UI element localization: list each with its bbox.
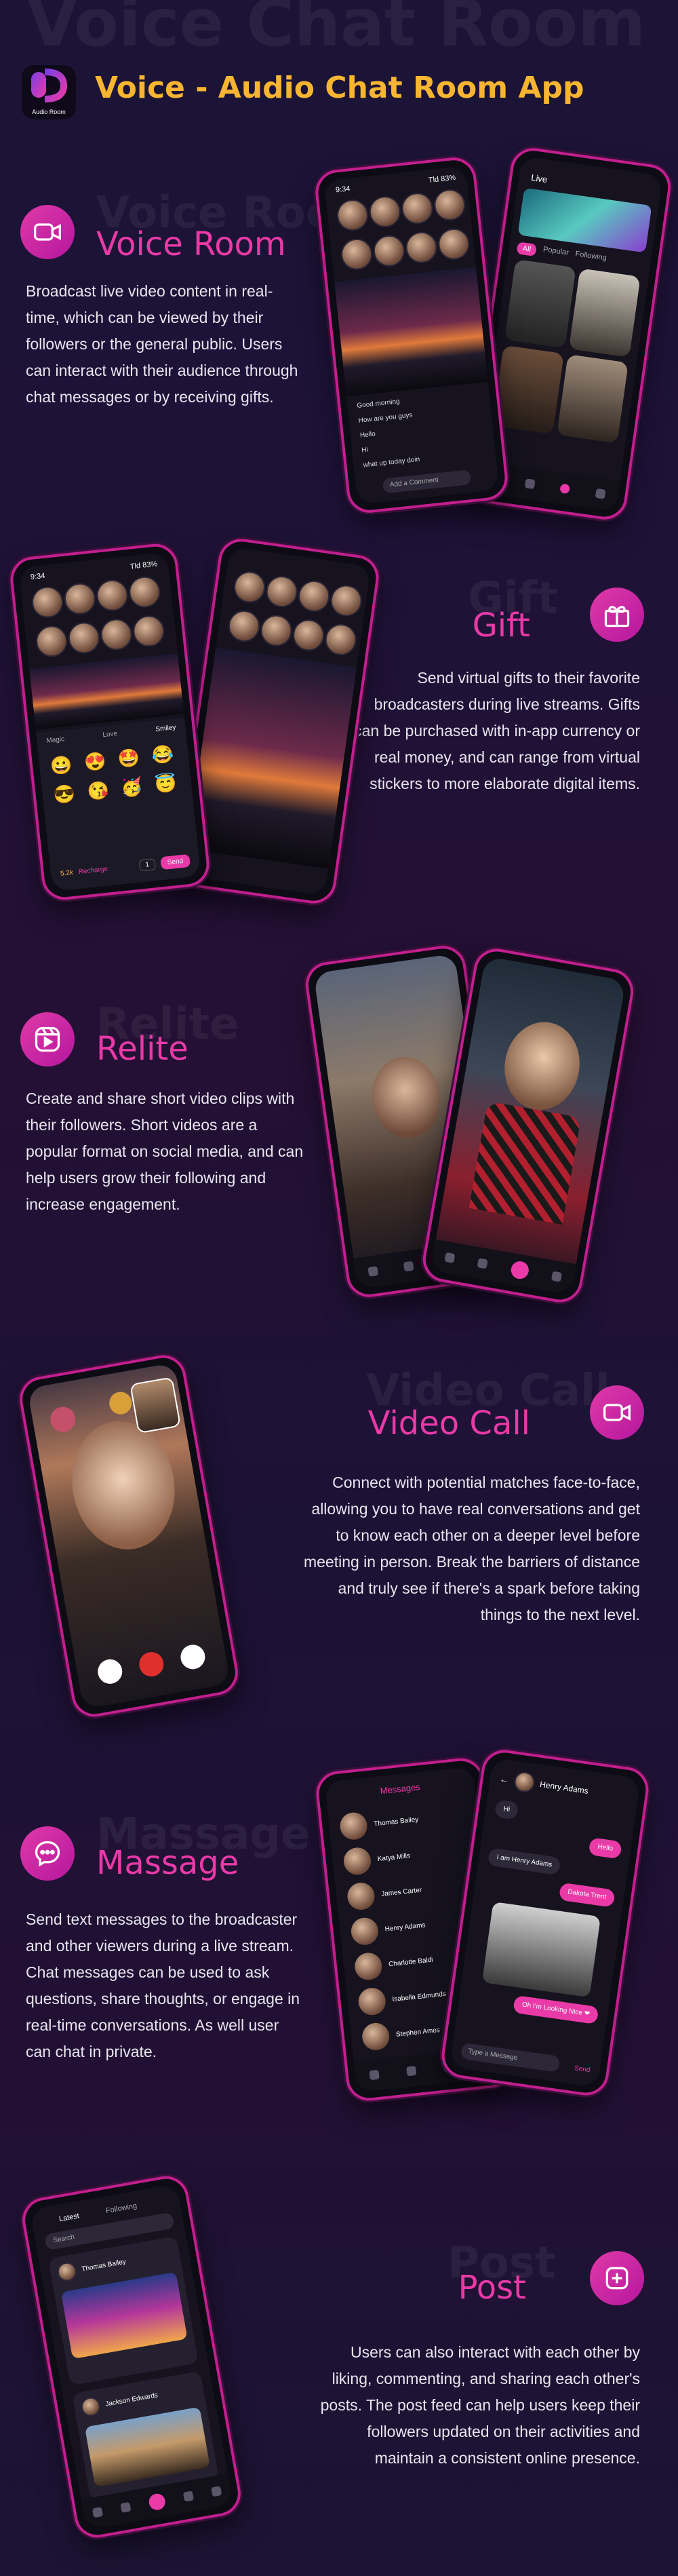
reels-icon	[35, 1026, 60, 1052]
contact-name-3[interactable]: James Carter	[381, 1886, 422, 1898]
bubble-out-3: Oh I'm Looking Nice ❤	[513, 1995, 599, 2025]
messages-header: Messages	[379, 1782, 421, 1796]
video-call-phone	[16, 1351, 242, 1720]
recharge-link[interactable]: Recharge	[78, 865, 108, 875]
massage-icon-badge	[20, 1826, 75, 1881]
call-mute-button[interactable]	[96, 1657, 125, 1686]
back-arrow-icon[interactable]: ←	[499, 1773, 510, 1786]
chat-bubble-icon	[35, 1841, 60, 1867]
add-post-icon	[605, 2267, 629, 2290]
voice-room-description: Broadcast live video content in real-tim…	[26, 282, 298, 406]
call-end-button[interactable]	[137, 1650, 166, 1678]
gift-grid[interactable]: 😀 😍 🤩 😂 😎 😘 🥳 😇	[49, 743, 182, 806]
chat-line-1: Good morning	[356, 398, 401, 410]
post-tab-following[interactable]: Following	[105, 2202, 138, 2215]
status-battery: Tld 83%	[428, 173, 456, 185]
gift-tab-smiley[interactable]: Smiley	[155, 724, 176, 733]
post-tab-latest[interactable]: Latest	[58, 2212, 80, 2223]
video-call-description: Connect with potential matches face-to-f…	[303, 1474, 640, 1623]
chat-line-4: Hi	[361, 446, 369, 455]
post-feed-phone: Latest Following Search Thomas Bailey Ja…	[18, 2172, 245, 2541]
tab-all[interactable]: All	[516, 242, 538, 257]
bubble-in-1: Hi	[494, 1799, 519, 1820]
post-title: Post	[458, 2269, 526, 2307]
video-call-icon	[603, 1404, 631, 1421]
comment-input[interactable]: Add a Comment	[382, 469, 472, 494]
call-mic-button[interactable]	[178, 1642, 207, 1672]
relite-title: Relite	[96, 1030, 188, 1068]
gift-tab-love[interactable]: Love	[102, 730, 118, 739]
status-time: 9:34	[335, 185, 351, 195]
chat-line-5: what up today doin	[363, 455, 420, 469]
contact-name-2[interactable]: Katya Mills	[377, 1852, 410, 1863]
bubble-out-1: Hello	[588, 1837, 622, 1860]
chat-line-2: How are you guys	[358, 411, 413, 425]
post-author-1: Thomas Bailey	[81, 2257, 127, 2273]
gift-phone-front: 9:34 Tld 83% Magic Love Smiley 😀 😍 🤩 😂 😎 😘 🥳 😇 …	[8, 541, 212, 902]
gift-status-battery: Tld 83%	[129, 560, 158, 571]
contact-name-1[interactable]: Thomas Bailey	[374, 1815, 419, 1828]
header-ghost-text: Voice Chat Room	[27, 0, 646, 61]
live-tab-label: Live	[530, 172, 549, 185]
gift-send-button[interactable]: Send	[159, 853, 191, 870]
relite-description: Create and share short video clips with …	[26, 1090, 304, 1213]
voice-room-phone-front: 9:34 Tld 83% Good morning How are you gu…	[313, 155, 510, 516]
contact-name-7[interactable]: Stephen Ames	[395, 2026, 440, 2039]
post-icon-badge	[590, 2251, 644, 2305]
relite-icon-badge	[20, 1012, 75, 1066]
chat-contact-name: Henry Adams	[539, 1780, 589, 1796]
gift-status-time: 9:34	[30, 571, 46, 582]
contact-name-5[interactable]: Charlotte Baldi	[388, 1956, 433, 1968]
gift-tab-magic[interactable]: Magic	[46, 735, 65, 745]
coin-balance: 5.2k	[60, 868, 74, 878]
gift-icon	[604, 606, 630, 628]
message-input[interactable]: Type a Message	[460, 2042, 561, 2073]
massage-description: Send text messages to the broadcaster an…	[26, 1910, 300, 2060]
voice-room-title: Voice Room	[96, 225, 286, 263]
gift-icon-badge	[590, 588, 644, 642]
gift-panel: Magic Love Smiley 😀 😍 🤩 😂 😎 😘 🥳 😇 5.2k Recharge…	[36, 717, 201, 892]
page-title: Voice - Audio Chat Room App	[95, 71, 584, 105]
video-camera-icon	[34, 223, 61, 241]
message-send-button[interactable]: Send	[574, 2064, 591, 2074]
post-description: Users can also interact with each other …	[320, 2343, 640, 2467]
gift-qty[interactable]: 1	[138, 858, 156, 872]
contact-name-6[interactable]: Isabella Edmunds	[392, 1990, 446, 2003]
voice-room-icon-badge	[20, 205, 75, 259]
post-author-2: Jackson Edwards	[104, 2391, 159, 2408]
chat-line-3: Hello	[359, 430, 376, 440]
bubble-out-2: Dakota Trent	[558, 1882, 616, 1908]
video-call-title: Video Call	[367, 1404, 530, 1442]
gift-title: Gift	[472, 607, 530, 645]
tab-following[interactable]: Following	[574, 250, 607, 266]
app-logo: Audio Room	[22, 65, 76, 119]
contact-name-4[interactable]: Henry Adams	[384, 1921, 426, 1933]
video-call-icon-badge	[590, 1385, 644, 1440]
logo-text: Audio Room	[32, 109, 66, 115]
bubble-in-2: I am Henry Adams	[487, 1847, 561, 1876]
gift-description: Send virtual gifts to their favorite bro…	[354, 669, 640, 792]
tab-popular[interactable]: Popular	[542, 246, 569, 261]
massage-title: Massage	[96, 1844, 239, 1882]
